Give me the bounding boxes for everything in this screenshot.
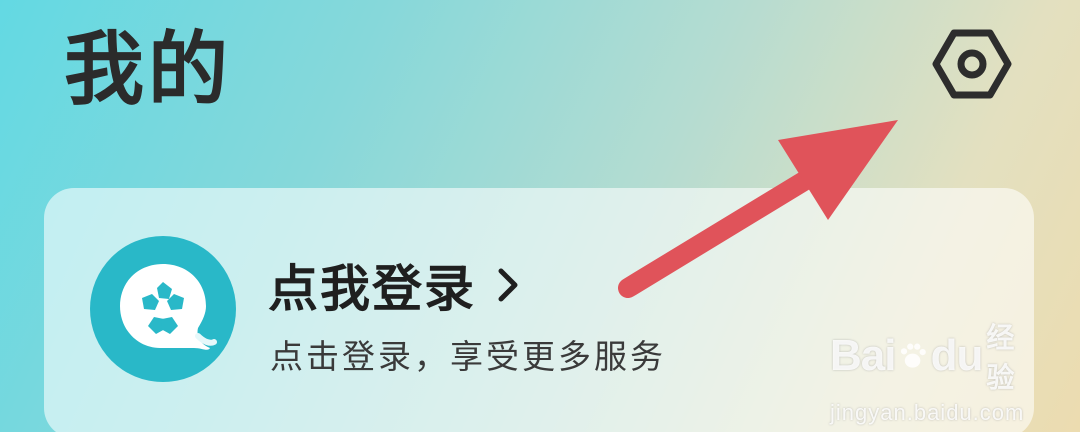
settings-button[interactable] xyxy=(932,26,1012,102)
default-avatar-icon xyxy=(90,236,236,382)
watermark-brand-sub: 经验 xyxy=(986,322,1015,393)
login-title: 点我登录 xyxy=(268,260,476,318)
avatar[interactable] xyxy=(90,236,236,382)
watermark-brand-suffix: du xyxy=(930,331,984,380)
login-title-row[interactable]: 点我登录 xyxy=(268,250,518,320)
chevron-right-icon xyxy=(498,268,518,302)
settings-hexagon-icon xyxy=(932,29,1012,99)
login-subtitle: 点击登录，享受更多服务 xyxy=(270,337,666,376)
watermark-brand-prefix: Bai xyxy=(830,331,896,380)
paw-icon xyxy=(901,343,927,368)
watermark-url: jingyan.baidu.com xyxy=(830,400,1025,425)
page-title: 我的 xyxy=(64,23,232,116)
baidu-jingyan-watermark: Bai du 经验 jingyan.baidu.com xyxy=(830,316,1030,425)
